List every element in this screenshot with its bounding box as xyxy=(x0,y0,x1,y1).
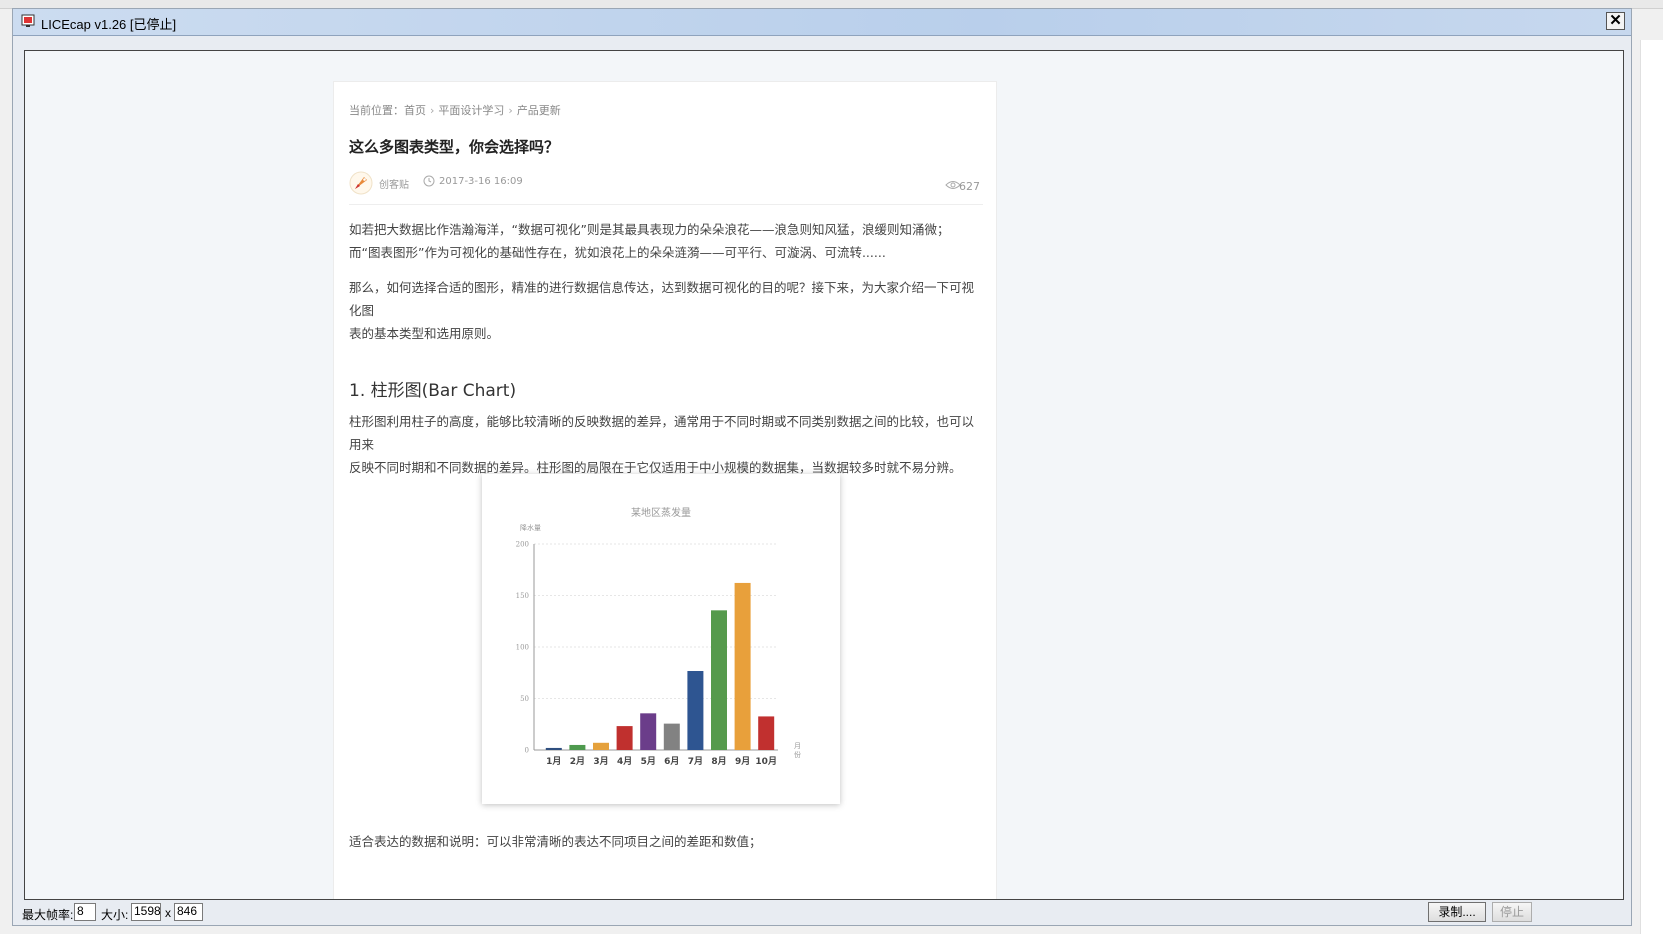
view-count: 627 xyxy=(959,180,980,193)
section-heading: 1. 柱形图(Bar Chart) xyxy=(349,381,517,401)
article-card: 当前位置：首页 › 平面设计学习 › 产品更新 这么多图表类型，你会选择吗？ 创客贴 2… xyxy=(333,81,997,899)
y-tick-label: 150 xyxy=(516,592,529,600)
bar xyxy=(569,744,586,750)
section-line-1: 柱形图利用柱子的高度，能够比较清晰的反映数据的差异，通常用于不同时期或不同类别数… xyxy=(349,414,975,452)
x-axis-label-part: 份 xyxy=(794,750,801,759)
licecap-window: LICEcap v1.26 [已停止] ✕ 当前位置：首页 › 平面设计学习 › 产品更… xyxy=(12,8,1632,926)
bar xyxy=(663,723,680,750)
x-tick-label: 4月 xyxy=(617,756,632,767)
fps-label: 最大帧率: xyxy=(22,908,74,922)
section-line-2: 反映不同时期和不同数据的差异。柱形图的局限在于它仅适用于中小规模的数据集，当数据… xyxy=(349,460,962,475)
y-axis-label: 降水量 xyxy=(520,523,541,532)
breadcrumb-separator: › xyxy=(430,104,435,117)
intro-line-1: 如若把大数据比作浩瀚海洋，“数据可视化”则是其最具表现力的朵朵浪花——浪急则知风… xyxy=(349,222,950,237)
intro-line-2: 而“图表图形”作为可视化的基础性存在，犹如浪花上的朵朵涟漪——可平行、可漩涡、可… xyxy=(349,245,886,260)
capture-region: 当前位置：首页 › 平面设计学习 › 产品更新 这么多图表类型，你会选择吗？ 创客贴 2… xyxy=(24,50,1624,900)
title-bar[interactable]: LICEcap v1.26 [已停止] ✕ xyxy=(13,9,1631,36)
x-tick-label: 2月 xyxy=(570,756,585,767)
background-page-edge xyxy=(1640,40,1663,934)
bottom-toolbar: 最大帧率: 8 大小: 1598 x 846 录制.... 停止 xyxy=(13,901,1631,925)
bar xyxy=(758,716,775,750)
article-title: 这么多图表类型，你会选择吗？ xyxy=(349,138,560,156)
bar xyxy=(734,582,751,750)
licecap-app-icon xyxy=(21,14,35,27)
size-label: 大小: xyxy=(101,908,129,922)
record-button[interactable]: 录制.... xyxy=(1428,902,1486,922)
meta-divider xyxy=(349,204,983,205)
intro-paragraph: 如若把大数据比作浩瀚海洋，“数据可视化”则是其最具表现力的朵朵浪花——浪急则知风… xyxy=(349,218,985,264)
y-tick-label: 100 xyxy=(516,644,529,652)
breadcrumb-prefix: 当前位置： xyxy=(349,104,404,117)
clock-icon xyxy=(423,175,435,187)
height-input[interactable]: 846 xyxy=(174,903,203,921)
article-meta: 创客贴 2017-3-16 16:09 627 xyxy=(349,171,983,195)
fps-input[interactable]: 8 xyxy=(74,903,96,921)
rocket-avatar-icon[interactable] xyxy=(349,171,373,195)
breadcrumb-item-design[interactable]: 平面设计学习 xyxy=(438,104,504,117)
bar xyxy=(545,747,562,750)
bar-chart: 某地区蒸发量降水量 0 50 100 150 200 1月 2月 3月 4月 5月 6月 7月 8月 9月 1… xyxy=(516,506,801,767)
size-x-label: x xyxy=(165,906,171,920)
bar xyxy=(687,670,704,750)
bar xyxy=(616,726,633,750)
publish-date: 2017-3-16 16:09 xyxy=(439,176,523,187)
breadcrumb-item-updates[interactable]: 产品更新 xyxy=(517,104,561,117)
width-input[interactable]: 1598 xyxy=(131,903,161,921)
x-tick-label: 8月 xyxy=(711,756,726,767)
y-tick-label: 50 xyxy=(520,695,529,703)
x-tick-label: 7月 xyxy=(688,756,703,767)
bar-chart-card: 某地区蒸发量降水量 0 50 100 150 200 1月 2月 3月 4月 5月 6月 7月 8月 9月 1… xyxy=(482,474,840,804)
close-button[interactable]: ✕ xyxy=(1606,12,1625,30)
section-paragraph: 柱形图利用柱子的高度，能够比较清晰的反映数据的差异，通常用于不同时期或不同类别数… xyxy=(349,410,985,479)
bar xyxy=(593,742,609,750)
x-tick-label: 9月 xyxy=(735,756,750,767)
y-tick-label: 0 xyxy=(525,747,529,755)
paragraph-line-1: 那么，如何选择合适的图形，精准的进行数据信息传达，达到数据可视化的目的呢？接下来… xyxy=(349,280,975,318)
window-title: LICEcap v1.26 [已停止] xyxy=(41,17,177,32)
author-name[interactable]: 创客贴 xyxy=(379,176,409,191)
x-tick-label: 5月 xyxy=(641,756,656,767)
bottom-paragraph: 适合表达的数据和说明：可以非常清晰的表达不同项目之间的差距和数值； xyxy=(349,834,762,849)
breadcrumb: 当前位置：首页 › 平面设计学习 › 产品更新 xyxy=(349,102,561,118)
x-axis-label-part: 月 xyxy=(794,742,801,750)
y-tick-label: 200 xyxy=(516,541,529,549)
chart-title: 某地区蒸发量 xyxy=(631,506,691,519)
stop-button[interactable]: 停止 xyxy=(1492,902,1532,922)
paragraph-line-2: 表的基本类型和选用原则。 xyxy=(349,326,500,341)
bar xyxy=(640,713,657,750)
bar xyxy=(711,610,727,750)
breadcrumb-item-home[interactable]: 首页 xyxy=(404,104,426,117)
x-tick-label: 6月 xyxy=(664,756,679,767)
x-tick-label: 10月 xyxy=(755,756,777,767)
breadcrumb-separator: › xyxy=(508,104,513,117)
x-tick-label: 3月 xyxy=(593,756,608,767)
x-tick-label: 1月 xyxy=(546,756,561,767)
body-paragraph: 那么，如何选择合适的图形，精准的进行数据信息传达，达到数据可视化的目的呢？接下来… xyxy=(349,276,985,345)
